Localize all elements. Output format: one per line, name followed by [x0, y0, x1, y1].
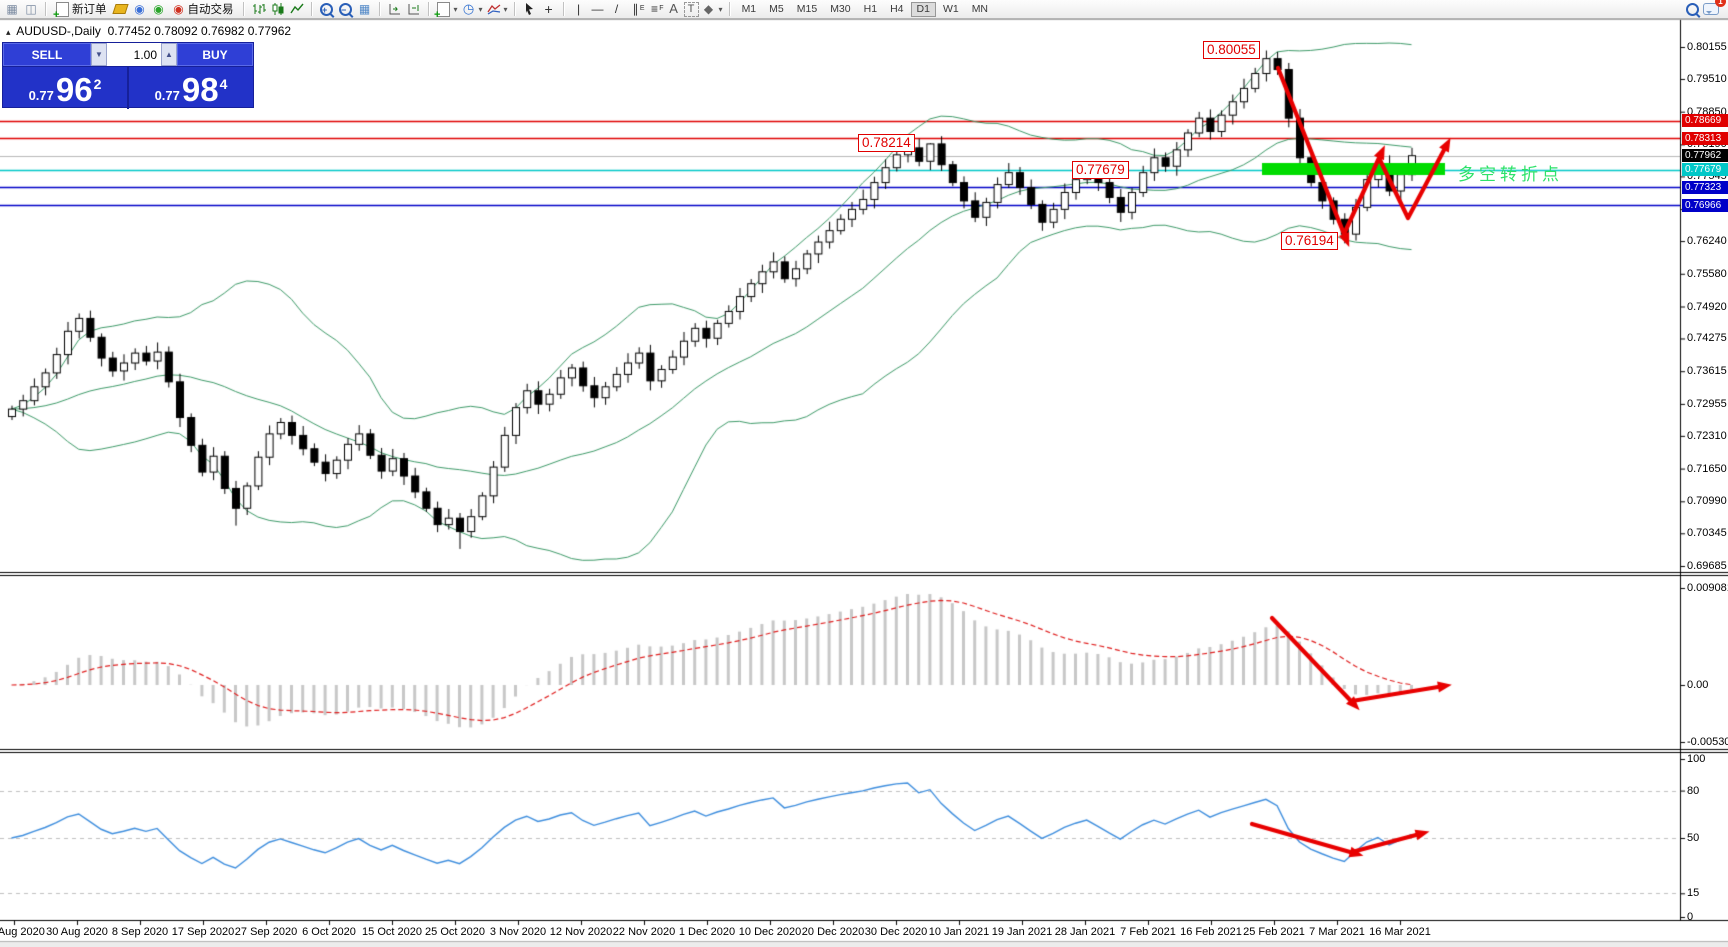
volume-decrease-button[interactable]: ▼ [91, 43, 107, 66]
chart-marker-icon: ▴ [6, 27, 11, 37]
cursor-icon[interactable] [521, 1, 539, 17]
autotrade-icon: ◉ [173, 1, 185, 17]
zoom-in-icon[interactable]: + [318, 1, 336, 17]
channel-tool-icon[interactable]: ∥E [627, 1, 645, 17]
period-icon[interactable]: ◷ [460, 1, 478, 17]
sell-button[interactable]: SELL [3, 43, 91, 66]
label-tool-icon[interactable]: T [684, 2, 699, 17]
trendline-tool-icon[interactable]: / [608, 1, 626, 17]
tab-timeframe-m1[interactable]: M1 [736, 2, 763, 17]
bid-price-button[interactable]: 0.77 96 2 [3, 67, 129, 109]
search-icon[interactable] [1683, 1, 1701, 17]
volume-input[interactable]: 1.00 [107, 43, 161, 66]
toolbar-separator [45, 2, 47, 16]
chart-title: ▴ AUDUSD-,Daily 0.77452 0.78092 0.76982 … [6, 24, 291, 38]
fibonacci-tool-icon[interactable]: ≡F [646, 1, 664, 17]
data-window-icon[interactable]: ◫ [22, 1, 40, 17]
new-chart-dropdown-caret[interactable]: ▾ [454, 5, 458, 14]
indicators-icon[interactable] [485, 1, 503, 17]
community-icon[interactable]: ◉ [131, 1, 149, 17]
toolbar-separator [514, 2, 516, 16]
notification-badge: 1 [1715, 0, 1726, 7]
text-tool-icon[interactable]: A [665, 1, 683, 17]
candlestick-chart-icon[interactable] [269, 1, 287, 17]
tab-timeframe-w1[interactable]: W1 [937, 2, 965, 17]
toolbar-separator [729, 2, 731, 16]
period-dropdown-caret[interactable]: ▾ [479, 5, 483, 14]
main-toolbar: ▦ ◫ + 新订单 ◉ ◉ ◉ 自动交易 + − ▦ [0, 0, 1728, 19]
indicators-dropdown-caret[interactable]: ▾ [504, 5, 508, 14]
ask-price-button[interactable]: 0.77 98 4 [129, 67, 253, 109]
tab-timeframe-m15[interactable]: M15 [791, 2, 823, 17]
buy-button[interactable]: BUY [177, 43, 253, 66]
tab-timeframe-d1[interactable]: D1 [911, 2, 936, 17]
horizontal-line-tool-icon[interactable]: — [589, 1, 607, 17]
line-chart-icon[interactable] [288, 1, 306, 17]
autotrade-button[interactable]: ◉ 自动交易 [169, 1, 238, 18]
vertical-line-tool-icon[interactable]: | [570, 1, 588, 17]
tab-timeframe-m5[interactable]: M5 [763, 2, 790, 17]
chart-canvas[interactable] [0, 0, 1728, 947]
chat-icon[interactable]: 1 [1702, 1, 1720, 17]
chart-window-icon[interactable]: ▦ [3, 1, 21, 17]
new-order-icon: + [56, 2, 69, 17]
tab-timeframe-h1[interactable]: H1 [858, 2, 883, 17]
crosshair-icon[interactable]: + [540, 1, 558, 17]
chart-shift-icon[interactable] [405, 1, 423, 17]
shapes-tool-icon[interactable]: ◆ [700, 1, 718, 17]
toolbar-separator [563, 2, 565, 16]
new-order-button[interactable]: + 新订单 [52, 1, 111, 18]
toolbar-separator [243, 2, 245, 16]
mt4-terminal: ▦ ◫ + 新订单 ◉ ◉ ◉ 自动交易 + − ▦ [0, 0, 1728, 947]
tile-windows-icon[interactable]: ▦ [356, 1, 374, 17]
signal-icon[interactable]: ◉ [150, 1, 168, 17]
shapes-dropdown-caret[interactable]: ▾ [719, 5, 723, 14]
toolbar-separator [379, 2, 381, 16]
tab-timeframe-mn[interactable]: MN [966, 2, 994, 17]
one-click-trading-panel: SELL ▼ 1.00 ▲ BUY 0.77 96 2 0.77 98 4 [2, 42, 254, 108]
chart-symbol: AUDUSD-,Daily [16, 24, 101, 38]
zoom-out-icon[interactable]: − [337, 1, 355, 17]
chart-ohlc-readout: 0.77452 0.78092 0.76982 0.77962 [108, 24, 292, 38]
quotes-icon[interactable] [112, 1, 130, 17]
tab-timeframe-m30[interactable]: M30 [824, 2, 856, 17]
tab-timeframe-h4[interactable]: H4 [884, 2, 909, 17]
bar-chart-icon[interactable] [250, 1, 268, 17]
toolbar-separator [428, 2, 430, 16]
auto-scroll-icon[interactable] [386, 1, 404, 17]
toolbar-separator [311, 2, 313, 16]
volume-increase-button[interactable]: ▲ [161, 43, 177, 66]
new-chart-icon[interactable]: + [435, 1, 453, 17]
